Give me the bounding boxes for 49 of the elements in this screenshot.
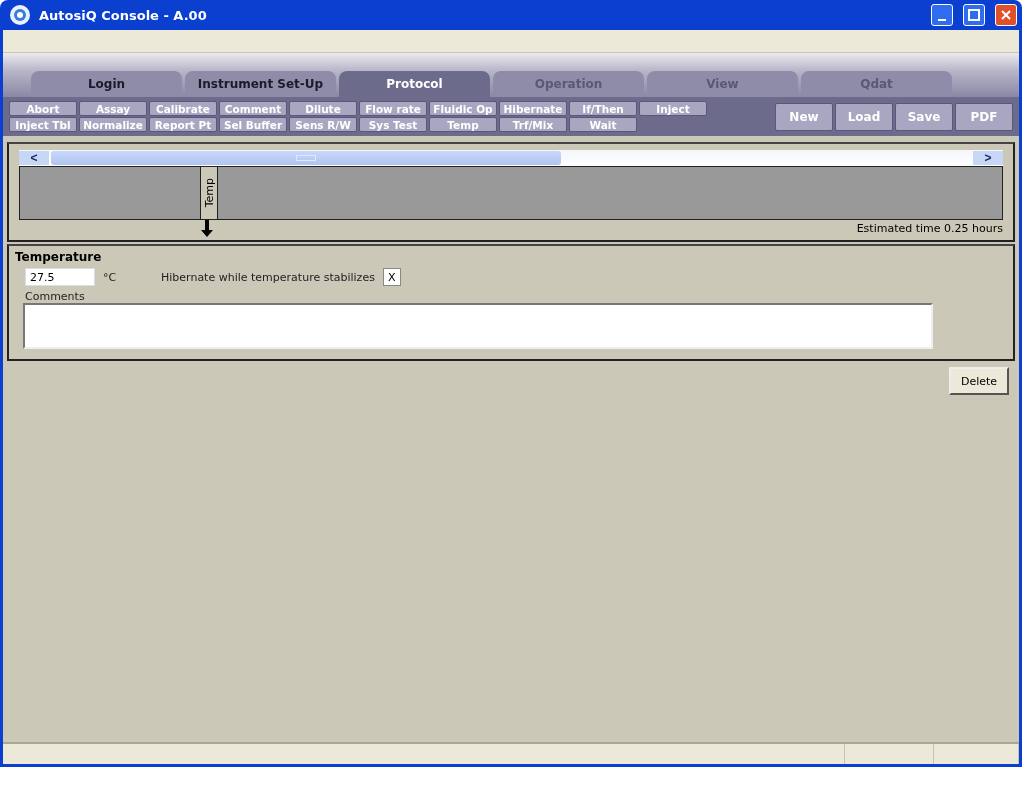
command-button[interactable]: Abort — [9, 101, 77, 116]
scroll-right-button[interactable]: > — [973, 151, 1003, 165]
step-title: Temperature — [15, 250, 103, 264]
command-button[interactable]: Comment — [219, 101, 287, 116]
file-button[interactable]: PDF — [955, 102, 1013, 131]
command-button[interactable]: Inject — [639, 101, 707, 116]
minimize-button[interactable] — [931, 4, 953, 26]
command-button[interactable]: Dilute — [289, 101, 357, 116]
command-button[interactable]: Hibernate — [499, 101, 567, 116]
close-icon — [1000, 9, 1012, 21]
hibernate-label: Hibernate while temperature stabilizes — [161, 270, 375, 284]
estimated-time: Estimated time 0.25 hours — [856, 222, 1003, 235]
scroll-thumb[interactable] — [51, 151, 561, 165]
maximize-icon — [968, 9, 980, 21]
timeline-step[interactable]: Temp — [200, 167, 218, 219]
command-button[interactable]: Assay — [79, 101, 147, 116]
command-button[interactable]: Sel Buffer — [219, 117, 287, 132]
command-button[interactable]: Report Pt — [149, 117, 217, 132]
file-button[interactable]: New — [775, 102, 833, 131]
window-title: AutosiQ Console - A.00 — [39, 7, 208, 23]
command-button[interactable]: Fluidic Op — [429, 101, 497, 116]
app-logo-icon — [9, 4, 31, 26]
scroll-left-button[interactable]: < — [19, 151, 49, 165]
file-button[interactable]: Load — [835, 102, 893, 131]
command-button[interactable]: Normalize — [79, 117, 147, 132]
close-button[interactable] — [995, 4, 1017, 26]
minimize-icon — [938, 19, 946, 21]
delete-button[interactable]: Delete — [949, 367, 1009, 395]
maximize-button[interactable] — [963, 4, 985, 26]
down-arrow-icon — [200, 220, 214, 238]
tab[interactable]: Login — [31, 71, 182, 97]
comments-label: Comments — [25, 290, 86, 303]
command-button[interactable]: Trf/Mix — [499, 117, 567, 132]
comments-field[interactable] — [23, 303, 933, 349]
command-button[interactable]: Wait — [569, 117, 637, 132]
file-button[interactable]: Save — [895, 102, 953, 131]
command-button[interactable]: Calibrate — [149, 101, 217, 116]
tab[interactable]: Instrument Set-Up — [185, 71, 336, 97]
command-button[interactable]: Flow rate — [359, 101, 427, 116]
hibernate-checkbox[interactable]: X — [382, 268, 401, 286]
command-button[interactable]: Inject Tbl — [9, 117, 77, 132]
command-button[interactable]: Sens R/W — [289, 117, 357, 132]
scroll-bar[interactable]: < > — [19, 150, 1003, 166]
command-button[interactable]: If/Then — [569, 101, 637, 116]
command-button[interactable]: Sys Test — [359, 117, 427, 132]
unit-label: °C — [103, 270, 118, 284]
command-button[interactable]: Temp — [429, 117, 497, 132]
tab[interactable]: Protocol — [339, 71, 490, 97]
temperature-field[interactable]: 27.5 — [25, 268, 95, 286]
